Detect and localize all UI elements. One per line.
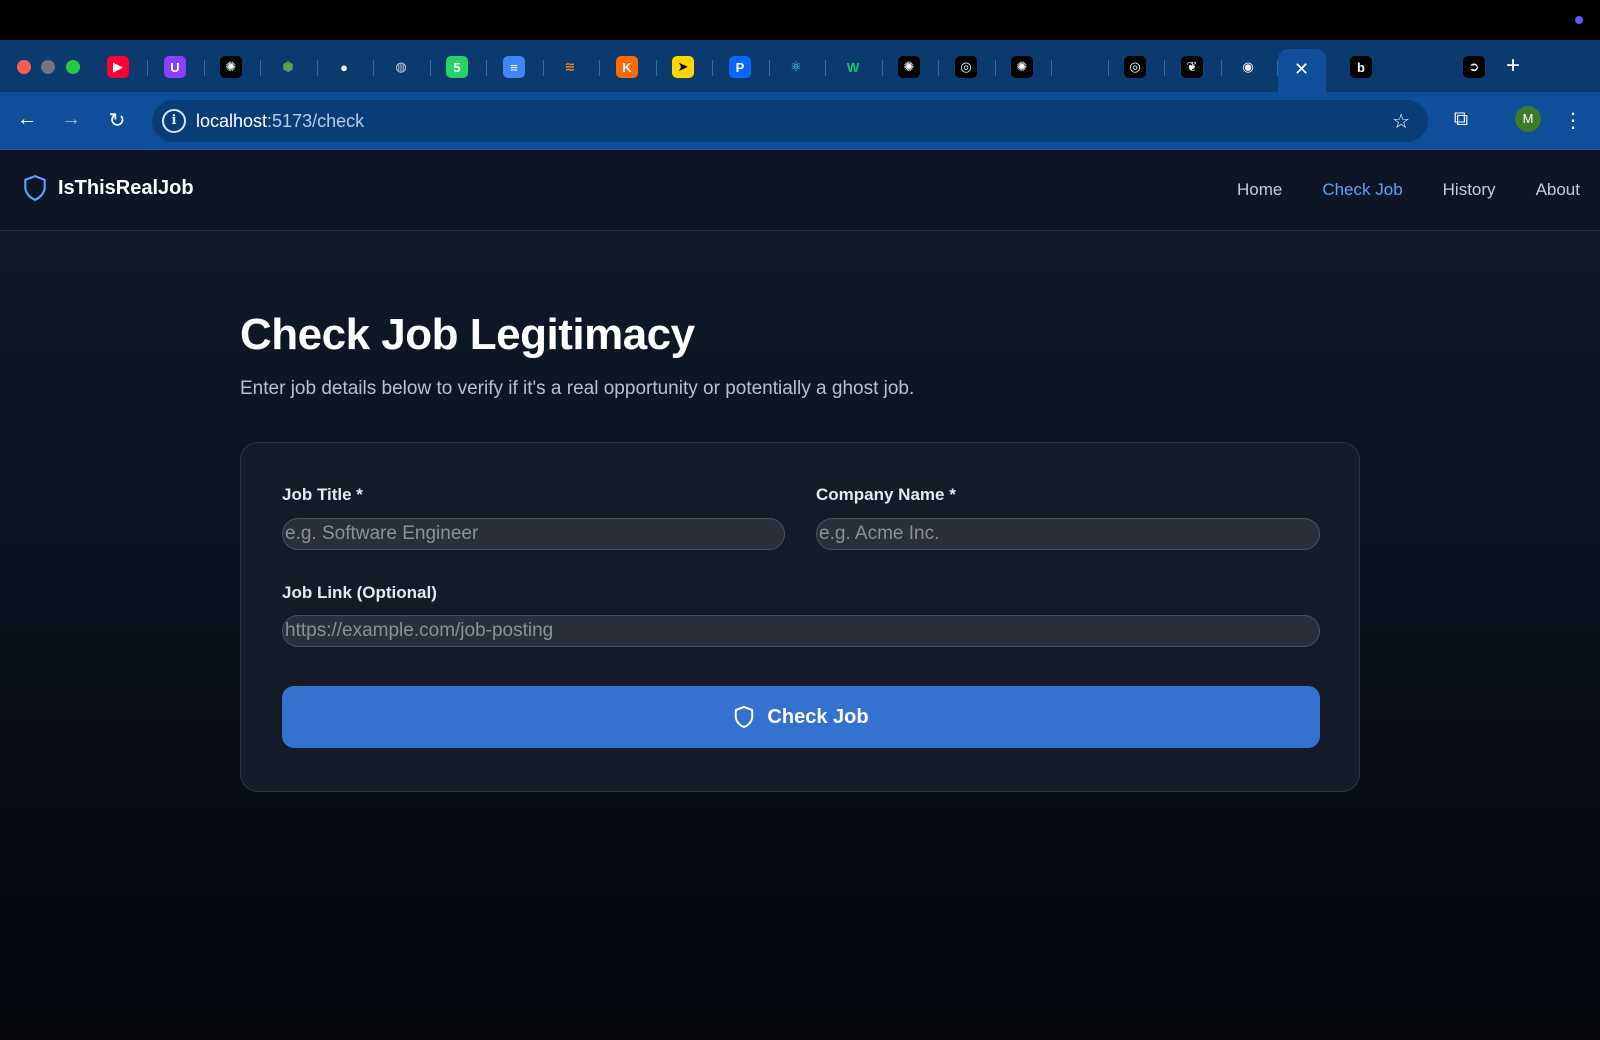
check-job-button[interactable]: Check Job: [282, 686, 1320, 748]
tab-separator: [656, 60, 657, 76]
company-name-label: Company Name *: [816, 485, 956, 504]
p-app-icon[interactable]: P: [729, 56, 751, 78]
tab-separator: [1108, 60, 1109, 76]
page-subtitle: Enter job details below to verify if it'…: [240, 378, 915, 399]
tab-separator: [373, 60, 374, 76]
tab-separator: [769, 60, 770, 76]
tab-separator: [430, 60, 431, 76]
chrome-icon[interactable]: ◉: [1237, 56, 1259, 78]
tab-separator: [599, 60, 600, 76]
job-title-label: Job Title *: [282, 485, 363, 504]
u-app-icon[interactable]: U: [164, 56, 186, 78]
ring-app-icon[interactable]: ◎: [955, 56, 977, 78]
browser-tab-strip: ▶U✺⬢●◍5≡≋K➤P⚛W✺◎✺◎❦◉inb➲ ✕ +: [0, 40, 1600, 92]
tab-separator: [486, 60, 487, 76]
nav-history-link[interactable]: History: [1443, 180, 1496, 200]
url-host: localhost: [196, 111, 268, 131]
chatgpt-icon[interactable]: ✺: [898, 56, 920, 78]
globe-icon[interactable]: ◍: [390, 56, 412, 78]
tab-separator: [825, 60, 826, 76]
job-link-label: Job Link (Optional): [282, 583, 437, 602]
nav-about-link[interactable]: About: [1536, 180, 1580, 200]
active-tab[interactable]: ✕: [1278, 49, 1326, 92]
chatgpt-icon[interactable]: ✺: [1011, 56, 1033, 78]
main-nav: Home Check Job History About: [1237, 180, 1580, 200]
tab-separator: [543, 60, 544, 76]
google-docs-icon[interactable]: ≡: [503, 56, 525, 78]
ring-app-icon[interactable]: ◎: [1124, 56, 1146, 78]
brand-name: IsThisRealJob: [58, 176, 194, 199]
main-content: Check Job Legitimacy Enter job details b…: [240, 310, 1360, 792]
cast-search-icon[interactable]: ⧉: [1448, 108, 1474, 131]
tab-separator: [1164, 60, 1165, 76]
bookmark-star-icon[interactable]: ☆: [1392, 109, 1410, 134]
tab-separator: [938, 60, 939, 76]
job-title-input[interactable]: [282, 518, 785, 550]
tab-separator: [147, 60, 148, 76]
browser-menu-icon[interactable]: ⋮: [1560, 108, 1586, 133]
check-job-form: Job Title * Company Name * Job Link (Opt…: [240, 442, 1360, 792]
site-info-icon[interactable]: i: [162, 109, 186, 133]
app-root: IsThisRealJob Home Check Job History Abo…: [0, 150, 1600, 1040]
stackoverflow-icon[interactable]: ≋: [559, 56, 581, 78]
job-link-input[interactable]: [282, 615, 1320, 647]
shield-icon: [24, 175, 46, 201]
tab-separator: [882, 60, 883, 76]
reload-icon[interactable]: ↻: [104, 108, 130, 133]
tab-separator: [1051, 60, 1052, 76]
tab-separator: [995, 60, 996, 76]
tab-separator: [204, 60, 205, 76]
nodejs-icon[interactable]: ⬢: [277, 56, 299, 78]
tab-separator: [260, 60, 261, 76]
window-close-button[interactable]: [17, 60, 31, 74]
whatsapp-icon[interactable]: 5: [446, 56, 468, 78]
company-name-input[interactable]: [816, 518, 1320, 550]
url-path: :5173/check: [267, 111, 365, 131]
k-app-icon[interactable]: K: [616, 56, 638, 78]
tab-separator: [1221, 60, 1222, 76]
browser-toolbar: ← → ↻ i localhost:5173/check ☆ ⧉ M ⋮: [0, 92, 1600, 150]
bird-app-icon[interactable]: ❦: [1181, 56, 1203, 78]
arrow-app-icon[interactable]: ➤: [672, 56, 694, 78]
shield-icon: [735, 705, 754, 729]
youtube-icon[interactable]: ▶: [107, 56, 129, 78]
status-dot-icon: [1575, 16, 1583, 24]
app-navbar: IsThisRealJob Home Check Job History Abo…: [0, 150, 1600, 231]
address-url[interactable]: localhost:5173/check: [196, 111, 364, 132]
w-app-icon[interactable]: W: [842, 56, 864, 78]
swirl-app-icon[interactable]: ➲: [1463, 56, 1485, 78]
window-zoom-button[interactable]: [66, 60, 80, 74]
check-job-button-label: Check Job: [767, 705, 869, 728]
brand-logo-link[interactable]: IsThisRealJob: [22, 174, 194, 202]
new-tab-button[interactable]: +: [1506, 52, 1520, 80]
forward-arrow-icon[interactable]: →: [58, 108, 84, 131]
nav-home-link[interactable]: Home: [1237, 180, 1282, 200]
blank-tab-icon[interactable]: [1068, 56, 1090, 78]
github-icon[interactable]: ●: [333, 56, 355, 78]
openai-icon[interactable]: ✺: [220, 56, 242, 78]
nav-check-job-link[interactable]: Check Job: [1322, 180, 1402, 200]
b-app-icon[interactable]: b: [1350, 56, 1372, 78]
tab-separator: [317, 60, 318, 76]
close-tab-icon[interactable]: ✕: [1294, 59, 1309, 80]
address-bar[interactable]: i localhost:5173/check ☆: [152, 100, 1428, 142]
react-icon[interactable]: ⚛: [785, 56, 807, 78]
os-menu-bar: [0, 0, 1600, 40]
back-arrow-icon[interactable]: ←: [14, 108, 40, 131]
profile-avatar[interactable]: M: [1515, 106, 1541, 132]
window-minimize-button[interactable]: [41, 60, 55, 74]
tab-separator: [712, 60, 713, 76]
page-title: Check Job Legitimacy: [240, 310, 695, 359]
